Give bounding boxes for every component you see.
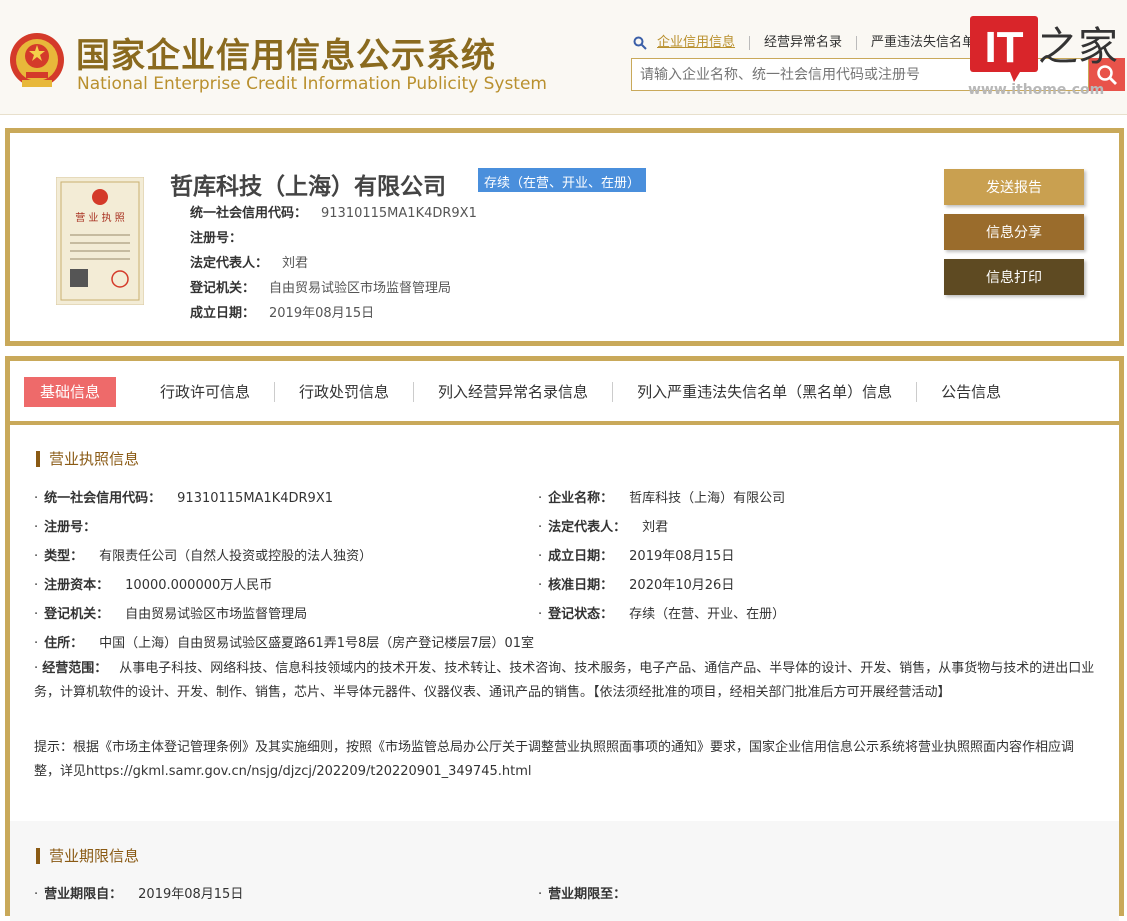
field-capital: · 注册资本： 10000.000000万人民币 bbox=[34, 578, 273, 593]
section-title-period: 营业期限信息 bbox=[36, 848, 139, 864]
svg-text:之家: 之家 bbox=[1038, 24, 1118, 70]
svg-text:IT: IT bbox=[984, 23, 1023, 72]
tab-enterprise-credit[interactable]: 企业信用信息 bbox=[657, 36, 751, 50]
field-period-from: · 营业期限自： 2019年08月15日 bbox=[34, 887, 244, 902]
info-row-established: 成立日期： 2019年08月15日 bbox=[190, 306, 375, 321]
tab-admin-license[interactable]: 行政许可信息 bbox=[136, 382, 276, 402]
info-row-credit-code: 统一社会信用代码： 91310115MA1K4DR9X1 bbox=[190, 206, 477, 221]
tab-admin-penalty[interactable]: 行政处罚信息 bbox=[275, 382, 415, 402]
svg-text:营 业 执 照: 营 业 执 照 bbox=[75, 211, 125, 224]
company-summary-card: 营 业 执 照 哲库科技（上海）有限公司 存续（在营、开业、在册） 统一社会信用… bbox=[5, 128, 1124, 346]
field-reg-number: · 注册号： bbox=[34, 520, 97, 535]
tab-abnormal-list-info[interactable]: 列入经营异常名录信息 bbox=[414, 382, 614, 402]
field-reg-status: · 登记状态： 存续（在营、开业、在册） bbox=[538, 607, 786, 622]
company-name: 哲库科技（上海）有限公司 bbox=[170, 174, 446, 200]
section-title-license: 营业执照信息 bbox=[36, 451, 139, 467]
field-period-to: · 营业期限至： bbox=[538, 887, 627, 902]
company-info-list: 统一社会信用代码： 91310115MA1K4DR9X1 注册号： 法定代表人：刘… bbox=[190, 201, 477, 326]
site-header: 国家企业信用信息公示系统 National Enterprise Credit … bbox=[0, 0, 1127, 115]
field-business-scope: · 经营范围： 从事电子科技、网络科技、信息科技领域内的技术开发、技术转让、技术咨… bbox=[34, 661, 1095, 700]
tab-divider bbox=[10, 421, 1119, 425]
search-icon bbox=[633, 36, 647, 50]
site-title: 国家企业信用信息公示系统 bbox=[76, 36, 496, 76]
field-company-name: · 企业名称： 哲库科技（上海）有限公司 bbox=[538, 491, 786, 506]
field-type: · 类型： 有限责任公司（自然人投资或控股的法人独资） bbox=[34, 549, 373, 564]
site-subtitle: National Enterprise Credit Information P… bbox=[77, 74, 547, 94]
watermark-url: www.ithome.com bbox=[968, 82, 1105, 98]
search-type-tabs: 企业信用信息 经营异常名录 严重违法失信名单 bbox=[633, 36, 989, 50]
tab-blacklist-info[interactable]: 列入严重违法失信名单（黑名单）信息 bbox=[613, 382, 918, 402]
field-address: · 住所： 中国（上海）自由贸易试验区盛夏路61弄1号8层（房产登记楼层7层）01室 bbox=[34, 636, 535, 651]
tab-basic-info[interactable]: 基础信息 bbox=[24, 377, 117, 407]
tab-abnormal-list[interactable]: 经营异常名录 bbox=[750, 36, 858, 50]
print-info-button[interactable]: 信息打印 bbox=[944, 259, 1084, 295]
info-row-legal-rep: 法定代表人： 刘君 bbox=[190, 256, 309, 271]
share-info-button[interactable]: 信息分享 bbox=[944, 214, 1084, 250]
field-legal-rep: · 法定代表人： 刘君 bbox=[538, 520, 669, 535]
field-authority: · 登记机关： 自由贸易试验区市场监督管理局 bbox=[34, 607, 308, 622]
period-section: 营业期限信息 · 营业期限自： 2019年08月15日 · 营业期限至： bbox=[10, 821, 1119, 921]
license-notice: 提示：根据《市场主体登记管理条例》及其实施细则，按照《市场监管总局办公厅关于调整… bbox=[34, 740, 1075, 779]
tab-announcements[interactable]: 公告信息 bbox=[917, 382, 1025, 402]
field-established: · 成立日期： 2019年08月15日 bbox=[538, 549, 735, 564]
info-row-authority: 登记机关： 自由贸易试验区市场监督管理局 bbox=[190, 281, 452, 296]
field-credit-code: · 统一社会信用代码： 91310115MA1K4DR9X1 bbox=[34, 491, 333, 506]
info-row-reg-number: 注册号： bbox=[190, 231, 243, 246]
send-report-button[interactable]: 发送报告 bbox=[944, 169, 1084, 205]
detail-panel: 基础信息 行政许可信息 行政处罚信息 列入经营异常名录信息 列入严重违法失信名单… bbox=[5, 356, 1124, 921]
national-emblem-icon bbox=[10, 33, 64, 87]
business-license-thumbnail[interactable]: 营 业 执 照 bbox=[56, 177, 144, 305]
field-approved: · 核准日期： 2020年10月26日 bbox=[538, 578, 735, 593]
status-badge: 存续（在营、开业、在册） bbox=[478, 168, 647, 192]
detail-tabs: 基础信息 行政许可信息 行政处罚信息 列入经营异常名录信息 列入严重违法失信名单… bbox=[15, 366, 1115, 418]
